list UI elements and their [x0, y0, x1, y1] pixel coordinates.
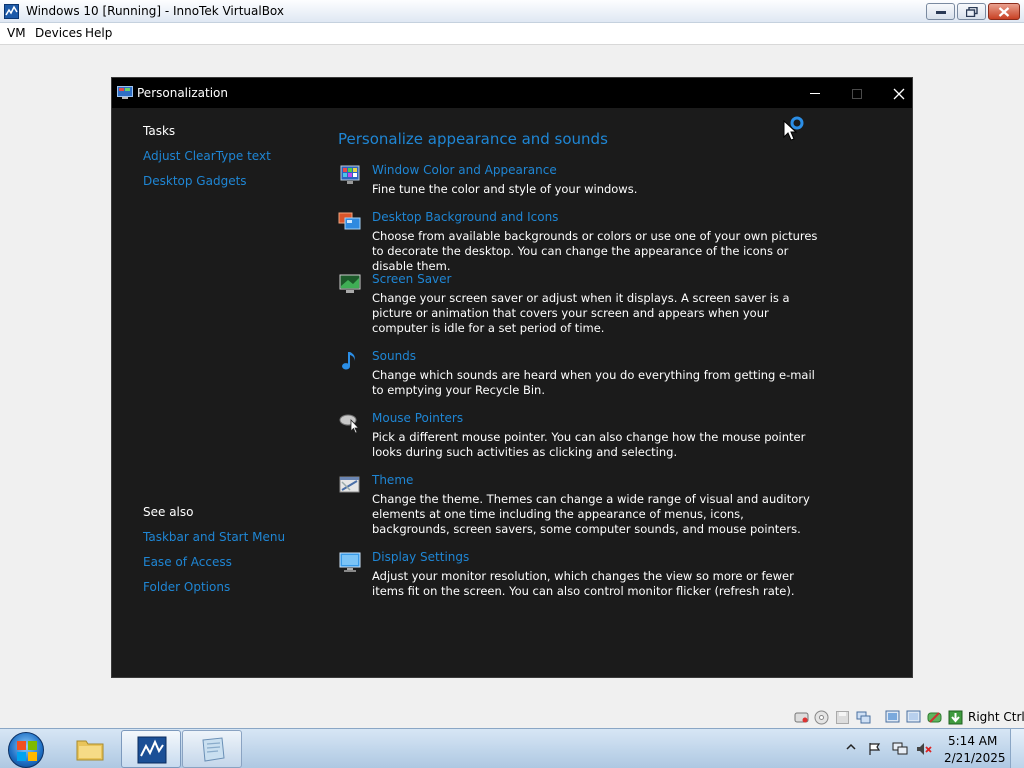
host-menubar: VM Devices Help — [0, 23, 1024, 45]
ease-of-access-link[interactable]: Ease of Access — [143, 555, 232, 569]
display-settings-link[interactable]: Display Settings — [372, 550, 469, 564]
chevron-up-icon[interactable] — [846, 742, 856, 752]
minimize-button[interactable] — [798, 82, 832, 106]
show-desktop-button[interactable] — [1010, 729, 1024, 768]
host-key-label: Right Ctrl — [968, 710, 1024, 724]
window-title: Personalization — [137, 86, 228, 100]
windows-logo-icon — [17, 741, 37, 761]
taskbar-explorer-button[interactable] — [60, 730, 120, 768]
adjust-cleartype-link[interactable]: Adjust ClearType text — [143, 149, 271, 163]
personalization-icon — [117, 86, 133, 99]
clock-date[interactable]: 2/21/2025 — [944, 751, 1006, 765]
network-tray-icon[interactable] — [892, 742, 908, 756]
window-titlebar: Personalization — [112, 78, 912, 108]
window-color-link[interactable]: Window Color and Appearance — [372, 163, 557, 177]
window-color-desc: Fine tune the color and style of your wi… — [372, 182, 638, 196]
personalization-window: Personalization Tasks Adjust ClearType t… — [111, 77, 913, 678]
busy-cursor-icon — [783, 116, 804, 141]
host-window-title: Windows 10 [Running] - InnoTek VirtualBo… — [26, 4, 285, 18]
menu-help[interactable]: Help — [85, 26, 112, 40]
taskbar-app-button[interactable] — [182, 730, 242, 768]
folder-icon — [76, 740, 104, 761]
hard-disk-icon[interactable] — [794, 710, 809, 725]
system-tray: 5:14 AM 2/21/2025 — [840, 729, 1024, 768]
menu-vm[interactable]: VM — [7, 26, 26, 40]
display-settings-desc: Adjust your monitor resolution, which ch… — [372, 569, 795, 598]
taskbar-start-menu-link[interactable]: Taskbar and Start Menu — [143, 530, 285, 544]
screen-saver-link[interactable]: Screen Saver — [372, 272, 451, 286]
tasks-heading: Tasks — [143, 124, 176, 138]
page-title: Personalize appearance and sounds — [338, 130, 608, 148]
menu-devices[interactable]: Devices — [35, 26, 82, 40]
desktop-background-icon — [338, 212, 361, 230]
notepad-icon — [202, 737, 225, 762]
host-restore-button[interactable] — [957, 3, 986, 20]
taskbar-virtualbox-button[interactable] — [121, 730, 181, 768]
host-minimize-button[interactable] — [926, 3, 955, 20]
start-button[interactable] — [8, 732, 44, 768]
mouse-pointer-icon — [339, 414, 360, 434]
clock-time[interactable]: 5:14 AM — [948, 734, 997, 748]
desktop-background-desc: Choose from available backgrounds or col… — [372, 229, 818, 273]
mouse-integration-icon[interactable] — [927, 710, 942, 725]
folder-options-link[interactable]: Folder Options — [143, 580, 230, 594]
mouse-pointers-link[interactable]: Mouse Pointers — [372, 411, 463, 425]
display-settings-icon — [339, 552, 361, 572]
left-pane: Tasks Adjust ClearType text Desktop Gadg… — [112, 108, 332, 677]
close-button[interactable] — [882, 82, 916, 106]
theme-desc: Change the theme. Themes can change a wi… — [372, 492, 810, 536]
virtualbox-icon — [4, 4, 19, 19]
window-color-icon — [340, 165, 360, 184]
sounds-desc: Change which sounds are heard when you d… — [372, 368, 815, 397]
monitor-graph-icon — [137, 736, 167, 764]
network-icon[interactable] — [856, 710, 871, 725]
music-note-icon — [342, 352, 355, 370]
cd-drive-icon[interactable] — [814, 710, 829, 725]
see-also-heading: See also — [143, 505, 194, 519]
desktop-background-link[interactable]: Desktop Background and Icons — [372, 210, 558, 224]
host-key-icon[interactable] — [948, 710, 963, 725]
sounds-link[interactable]: Sounds — [372, 349, 416, 363]
floppy-icon[interactable] — [835, 710, 850, 725]
desktop-gadgets-link[interactable]: Desktop Gadgets — [143, 174, 247, 188]
screen-saver-icon — [339, 274, 361, 293]
mouse-pointers-desc: Pick a different mouse pointer. You can … — [372, 430, 806, 459]
display-icon[interactable] — [906, 710, 921, 725]
maximize-button[interactable] — [840, 82, 874, 106]
taskbar: 5:14 AM 2/21/2025 — [0, 728, 1024, 768]
host-titlebar: Windows 10 [Running] - InnoTek VirtualBo… — [0, 0, 1024, 23]
theme-link[interactable]: Theme — [372, 473, 413, 487]
screen-saver-desc: Change your screen saver or adjust when … — [372, 291, 790, 335]
shared-folder-icon[interactable] — [885, 710, 900, 725]
theme-icon — [339, 476, 360, 493]
host-close-button[interactable] — [988, 3, 1020, 20]
flag-icon[interactable] — [868, 742, 882, 756]
volume-muted-icon[interactable] — [916, 742, 932, 756]
